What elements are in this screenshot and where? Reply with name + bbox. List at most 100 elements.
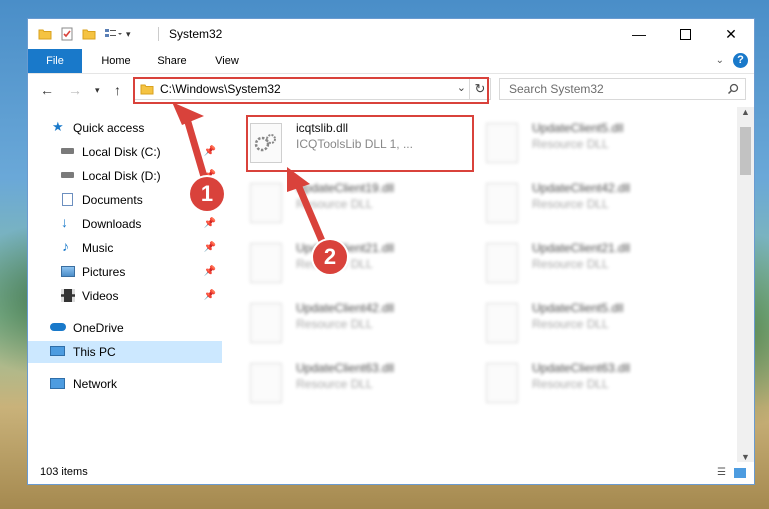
tab-view[interactable]: View <box>212 49 242 73</box>
tab-home[interactable]: Home <box>98 49 134 73</box>
dll-file-icon <box>486 123 518 163</box>
dll-file-icon <box>250 363 282 403</box>
properties-icon[interactable] <box>60 27 74 41</box>
up-arrow-icon[interactable]: ↑ <box>114 82 121 98</box>
pin-icon[interactable]: 📌 <box>204 146 216 157</box>
navigation-pane: ★ Quick access Local Disk (C:) 📌 Local D… <box>28 107 222 462</box>
close-button[interactable]: ✕ <box>708 19 754 49</box>
star-icon: ★ <box>52 119 64 134</box>
tab-share[interactable]: Share <box>154 49 190 73</box>
file-type: Resource DLL <box>532 317 609 331</box>
file-item[interactable]: UpdateClient21.dll Resource DLL <box>250 239 480 289</box>
file-name: UpdateClient63.dll <box>296 361 395 375</box>
expand-ribbon-chevron-icon[interactable]: ⌄ <box>716 55 724 66</box>
recent-locations-chevron-icon[interactable]: ▾ <box>95 85 100 96</box>
pictures-icon <box>61 266 75 277</box>
film-icon <box>61 289 75 302</box>
file-name: UpdateClient42.dll <box>296 301 395 315</box>
drive-icon <box>61 172 74 178</box>
sidebar-item-label: Videos <box>82 289 119 303</box>
sidebar-item-label: Downloads <box>82 217 142 231</box>
cloud-icon <box>50 323 66 331</box>
file-item[interactable]: UpdateClient21.dll Resource DLL <box>486 239 716 289</box>
sidebar-item-this-pc[interactable]: This PC <box>28 341 222 363</box>
back-arrow-icon[interactable]: ← <box>40 82 54 98</box>
folder-icon[interactable] <box>38 27 52 41</box>
item-count: 103 items <box>40 466 88 478</box>
sidebar-item-label: Local Disk (D:) <box>82 169 161 183</box>
file-type: Resource DLL <box>532 137 609 151</box>
help-icon[interactable]: ? <box>733 53 748 68</box>
sidebar-item-onedrive[interactable]: OneDrive <box>28 317 222 339</box>
file-item[interactable]: UpdateClient63.dll Resource DLL <box>250 359 480 409</box>
file-item[interactable]: UpdateClient42.dll Resource DLL <box>250 299 480 349</box>
pin-icon[interactable]: 📌 <box>204 242 216 253</box>
minimize-icon: — <box>632 26 646 42</box>
sidebar-item-label: Music <box>82 241 114 255</box>
scroll-down-icon[interactable]: ▼ <box>741 452 750 462</box>
file-name: UpdateClient5.dll <box>532 121 624 135</box>
close-icon: ✕ <box>725 25 737 42</box>
sidebar-item-label: Network <box>73 377 118 391</box>
file-type: Resource DLL <box>532 257 609 271</box>
pin-icon[interactable]: 📌 <box>204 266 216 277</box>
sidebar-item-videos[interactable]: Videos 📌 <box>28 285 222 307</box>
music-note-icon: ♪ <box>62 238 69 254</box>
file-type: Resource DLL <box>532 377 609 391</box>
search-input[interactable]: Search System32 <box>499 78 746 100</box>
pin-icon[interactable]: 📌 <box>204 218 216 229</box>
new-folder-icon[interactable] <box>82 27 96 41</box>
file-highlight <box>246 115 474 172</box>
sidebar-item-music[interactable]: ♪ Music 📌 <box>28 237 222 259</box>
customize-toolbar-chevron-icon[interactable]: ▾ <box>126 29 131 40</box>
quick-access-toolbar: ▾ <box>38 25 131 43</box>
sidebar-item-quick-access[interactable]: ★ Quick access <box>28 117 222 139</box>
sidebar-item-pictures[interactable]: Pictures 📌 <box>28 261 222 283</box>
minimize-button[interactable]: — <box>616 19 662 49</box>
details-view-icon[interactable]: ☰ <box>717 467 726 478</box>
drive-icon <box>61 148 74 154</box>
sidebar-item-local-disk-c[interactable]: Local Disk (C:) 📌 <box>28 141 222 163</box>
file-name: UpdateClient63.dll <box>532 361 631 375</box>
file-type: Resource DLL <box>296 377 373 391</box>
file-type: Resource DLL <box>296 317 373 331</box>
file-name: UpdateClient42.dll <box>532 181 631 195</box>
search-icon <box>727 83 739 95</box>
download-arrow-icon: ↓ <box>61 214 68 230</box>
file-item[interactable]: UpdateClient19.dll Resource DLL <box>250 179 480 229</box>
dll-file-icon <box>486 303 518 343</box>
dll-file-icon <box>486 363 518 403</box>
sidebar-item-label: Quick access <box>73 121 145 135</box>
dll-file-icon <box>250 243 282 283</box>
callout-number-1: 1 <box>190 177 224 211</box>
sidebar-item-downloads[interactable]: ↓ Downloads 📌 <box>28 213 222 235</box>
ribbon-tabs: File Home Share View ⌄ ? <box>28 49 754 74</box>
network-icon <box>50 378 65 389</box>
view-options-icon[interactable] <box>104 27 122 41</box>
file-type: Resource DLL <box>296 197 373 211</box>
scroll-up-icon[interactable]: ▲ <box>741 107 750 117</box>
scrollbar-thumb[interactable] <box>740 127 751 175</box>
address-bar-highlight <box>133 77 489 104</box>
vertical-scrollbar[interactable]: ▲ ▼ <box>737 107 754 462</box>
file-name: UpdateClient19.dll <box>296 181 395 195</box>
large-icons-view-icon[interactable] <box>734 468 746 478</box>
file-name: UpdateClient21.dll <box>532 241 631 255</box>
pin-icon[interactable]: 📌 <box>204 290 216 301</box>
maximize-button[interactable] <box>662 19 708 49</box>
file-item[interactable]: UpdateClient5.dll Resource DLL <box>486 299 716 349</box>
status-bar: 103 items ☰ <box>28 462 754 484</box>
tab-file[interactable]: File <box>28 49 82 73</box>
documents-icon <box>62 193 73 206</box>
sidebar-item-network[interactable]: Network <box>28 373 222 395</box>
sidebar-item-label: OneDrive <box>73 321 124 335</box>
file-item[interactable]: UpdateClient5.dll Resource DLL <box>486 119 716 169</box>
monitor-icon <box>50 346 65 356</box>
search-placeholder: Search System32 <box>509 82 604 96</box>
file-item[interactable]: UpdateClient42.dll Resource DLL <box>486 179 716 229</box>
window-title: System32 <box>169 27 223 41</box>
title-separator <box>158 27 159 41</box>
dll-file-icon <box>486 243 518 283</box>
file-item[interactable]: UpdateClient63.dll Resource DLL <box>486 359 716 409</box>
forward-arrow-icon[interactable]: → <box>68 82 82 98</box>
